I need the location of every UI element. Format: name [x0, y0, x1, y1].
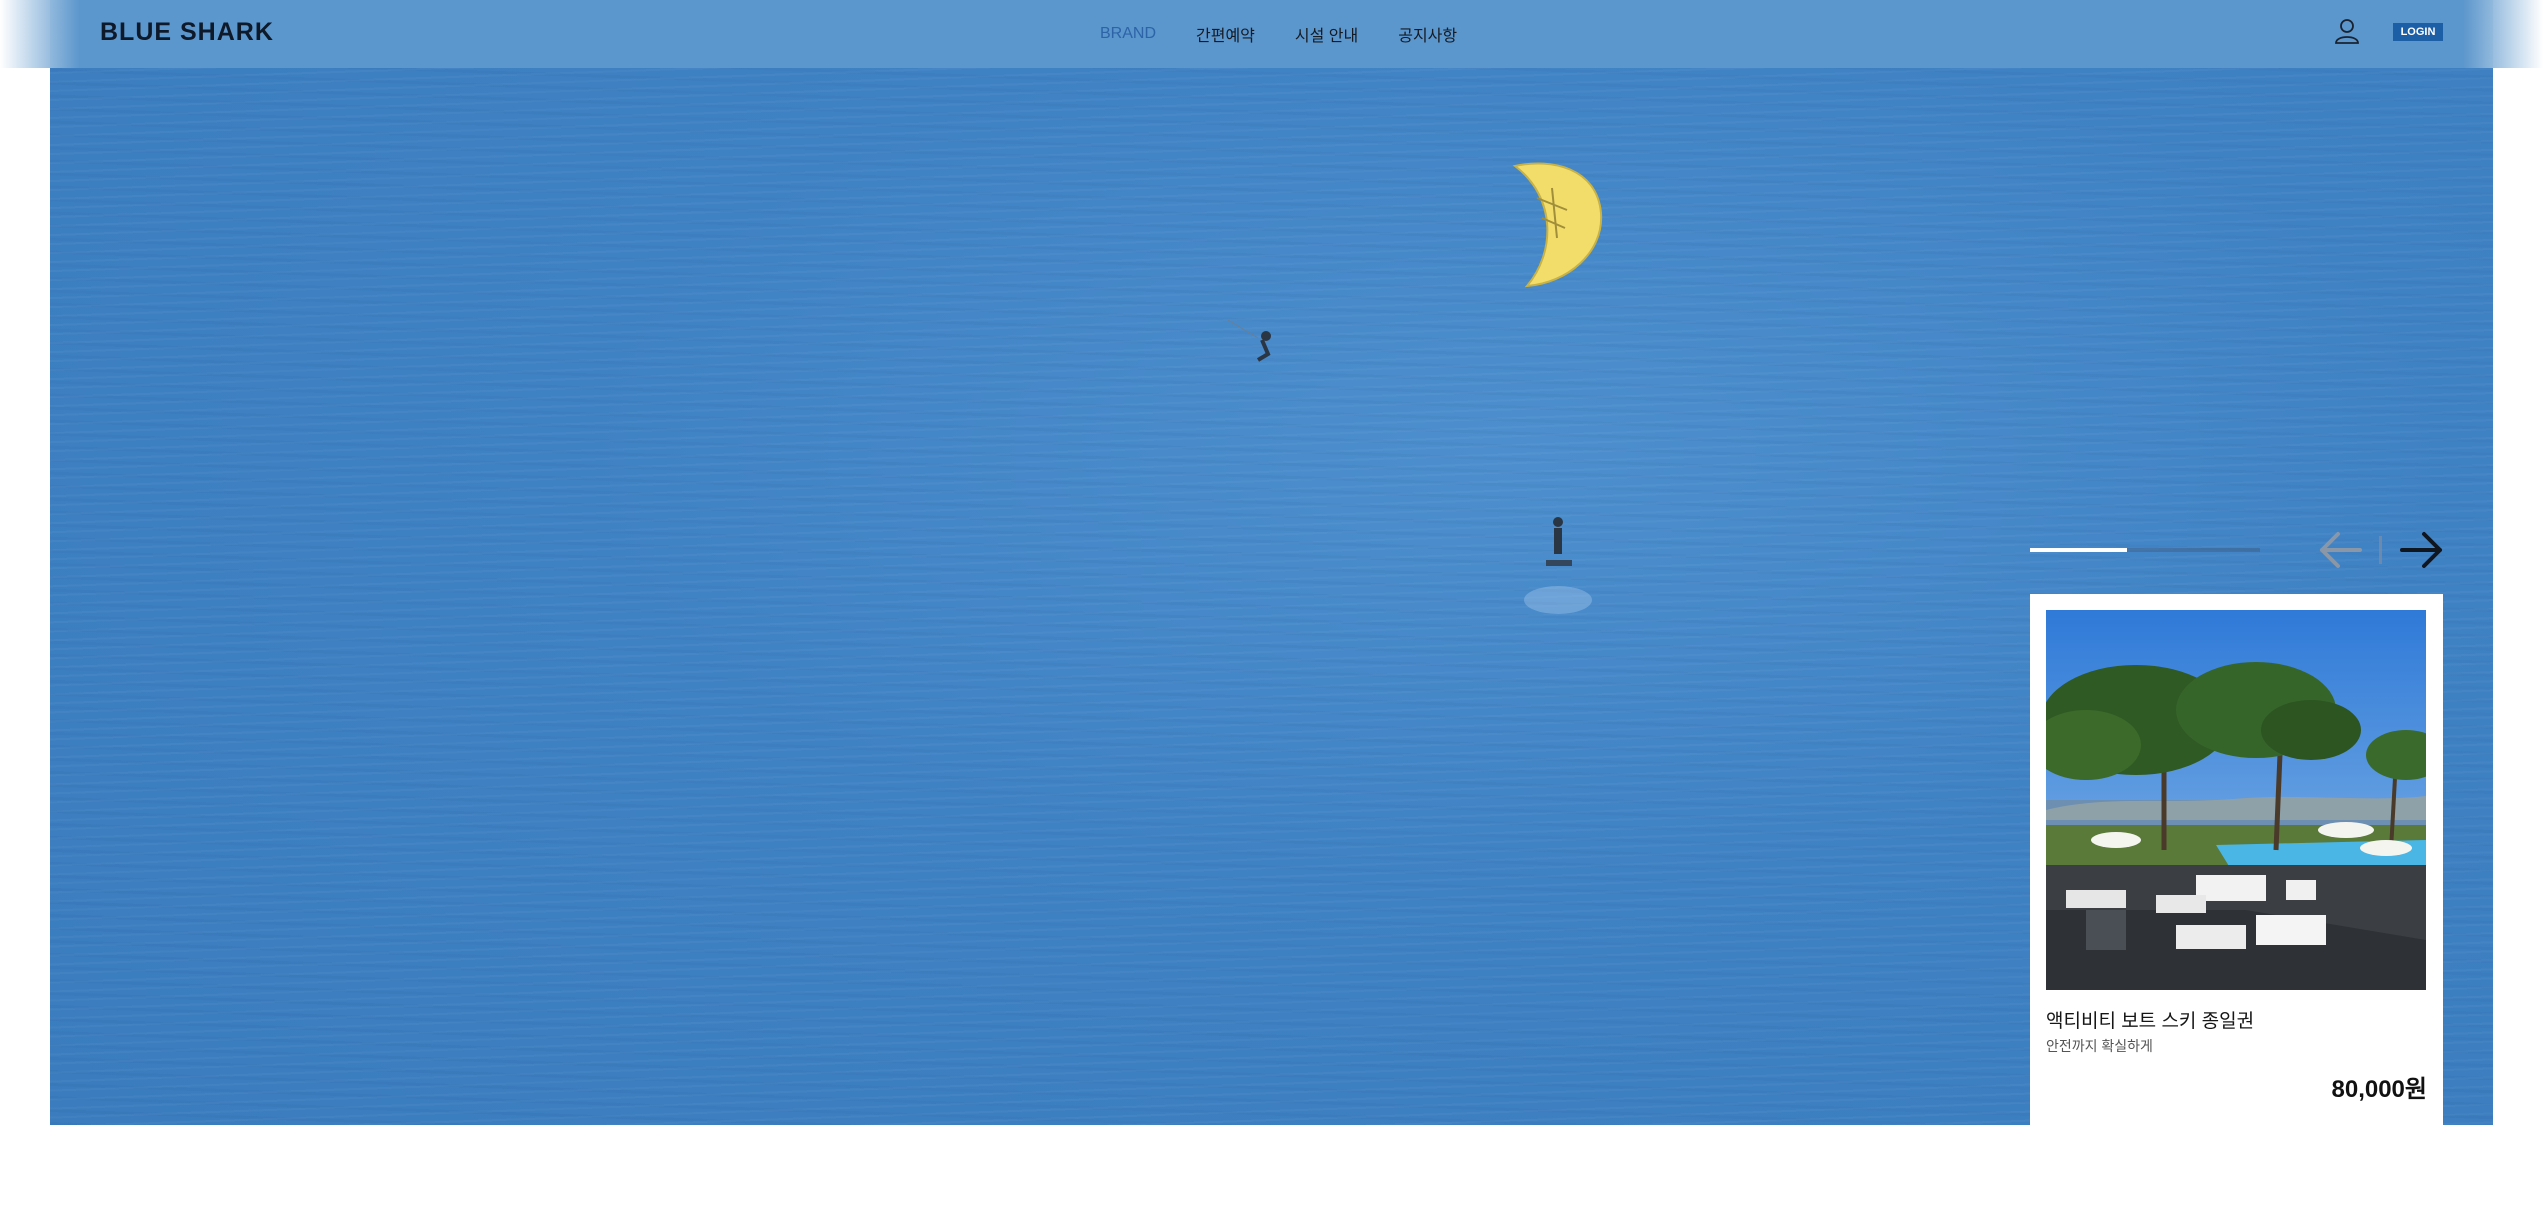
- user-icon[interactable]: [2334, 18, 2360, 44]
- arrow-left-icon[interactable]: [2318, 530, 2362, 570]
- product-card[interactable]: 액티비티 보트 스키 종일권 안전까지 확실하게 80,000원: [2030, 594, 2443, 1125]
- resort-pool-image: [2046, 610, 2426, 990]
- kite-image: [1512, 162, 1603, 288]
- product-subtitle: 안전까지 확실하게: [2046, 1038, 2153, 1054]
- arrow-divider: [2379, 536, 2382, 564]
- slider-progress-fill: [2030, 548, 2127, 552]
- login-button[interactable]: LOGIN: [2393, 23, 2443, 41]
- nav-item-facilities[interactable]: 시설 안내: [1295, 22, 1358, 46]
- foiler-image: [1524, 517, 1592, 614]
- main-nav: BRAND 간편예약 시설 안내 공지사항: [1100, 0, 1457, 68]
- product-price: 80,000원: [2331, 1076, 2428, 1103]
- kiter-image: [1228, 320, 1271, 362]
- site-header: BLUE SHARK BRAND 간편예약 시설 안내 공지사항 LOGIN: [0, 0, 2543, 68]
- nav-item-booking[interactable]: 간편예약: [1196, 22, 1255, 46]
- nav-item-notices[interactable]: 공지사항: [1398, 22, 1457, 46]
- arrow-right-icon[interactable]: [2400, 530, 2444, 570]
- slider-progress: [2030, 548, 2260, 552]
- site-logo[interactable]: BLUE SHARK: [100, 18, 274, 47]
- product-title: 액티비티 보트 스키 종일권: [2046, 1011, 2255, 1032]
- nav-item-brand[interactable]: BRAND: [1100, 25, 1156, 43]
